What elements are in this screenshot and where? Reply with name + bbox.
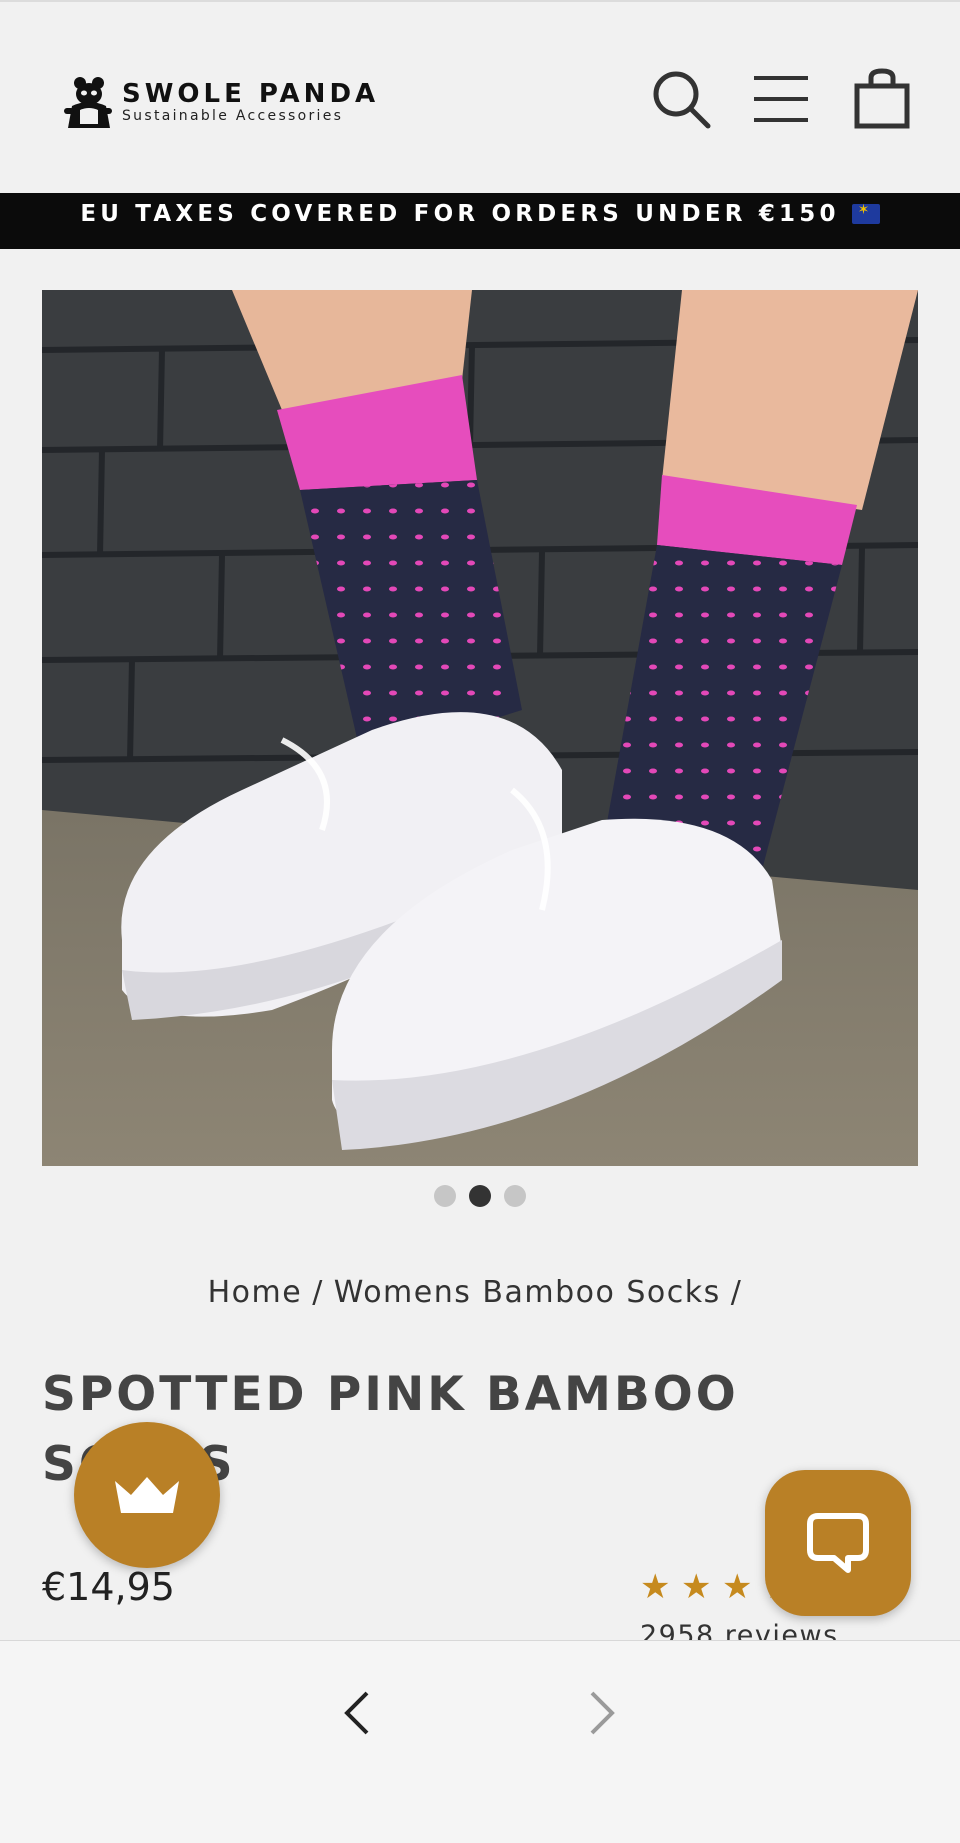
search-icon: [653, 71, 711, 129]
panda-logo-icon: [64, 77, 112, 128]
product-photo: [42, 290, 918, 1166]
breadcrumb: Home / Womens Bamboo Socks /: [0, 1275, 960, 1310]
site-header: SWOLE PANDA Sustainable Accessories: [0, 0, 960, 193]
chevron-left-icon: [344, 1691, 369, 1735]
breadcrumb-category[interactable]: Womens Bamboo Socks: [334, 1275, 721, 1310]
page: SWOLE PANDA Sustainable Accessories EU T…: [0, 0, 960, 1843]
search-button[interactable]: [646, 64, 716, 134]
chat-bubble-icon: [807, 1513, 869, 1573]
crown-icon: [115, 1477, 179, 1513]
browser-toolbar: [0, 1640, 960, 1843]
brand-name: SWOLE PANDA: [122, 79, 380, 109]
eu-flag-icon: [851, 202, 880, 224]
cart-icon: [854, 68, 910, 129]
breadcrumb-home[interactable]: Home: [208, 1275, 303, 1310]
chat-button[interactable]: [765, 1470, 911, 1616]
cart-button[interactable]: [847, 64, 917, 134]
back-button[interactable]: [326, 1677, 386, 1749]
menu-button[interactable]: [746, 64, 816, 134]
loyalty-button[interactable]: [74, 1422, 220, 1568]
forward-button[interactable]: [573, 1677, 633, 1749]
breadcrumb-separator: /: [312, 1275, 324, 1310]
star-icon: ★: [681, 1567, 712, 1607]
carousel-dot-3[interactable]: [504, 1185, 526, 1207]
menu-icon: [754, 76, 808, 122]
announcement-text: EU TAXES COVERED FOR ORDERS UNDER €150: [80, 201, 840, 227]
brand-logo[interactable]: SWOLE PANDA Sustainable Accessories: [62, 72, 382, 132]
carousel-dot-1[interactable]: [434, 1185, 456, 1207]
announcement-bar: EU TAXES COVERED FOR ORDERS UNDER €150: [0, 193, 960, 249]
product-price: €14,95: [42, 1565, 175, 1609]
star-icon: ★: [722, 1567, 753, 1607]
chevron-right-icon: [590, 1691, 615, 1735]
breadcrumb-separator: /: [730, 1275, 743, 1310]
brand-tagline: Sustainable Accessories: [122, 108, 344, 124]
carousel-dot-2[interactable]: [469, 1185, 491, 1207]
carousel-dots: [0, 1185, 960, 1209]
brand-text: SWOLE PANDA Sustainable Accessories: [122, 80, 379, 124]
star-icon: ★: [640, 1567, 671, 1607]
product-image[interactable]: [42, 290, 918, 1166]
